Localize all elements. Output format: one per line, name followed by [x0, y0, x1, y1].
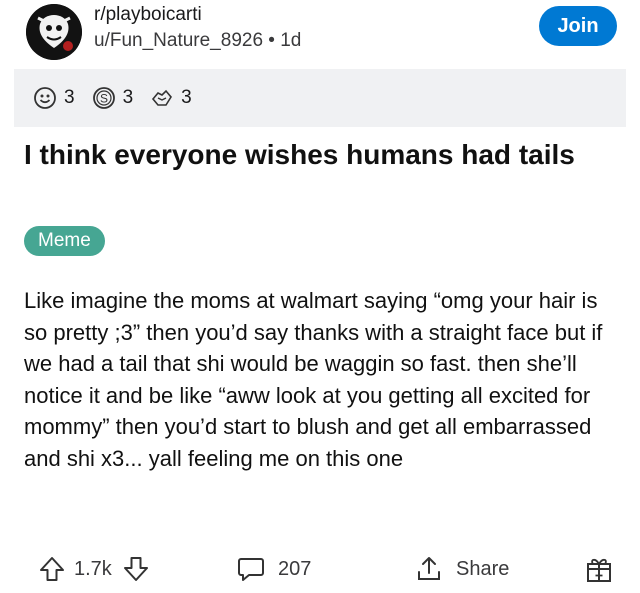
post-body: Like imagine the moms at walmart saying … — [24, 288, 603, 471]
post-header: r/playboicarti u/Fun_Nature_8926 • 1d Jo… — [0, 0, 640, 68]
post-flair[interactable]: Meme — [24, 226, 105, 256]
action-bar: 1.7k 207 Share — [0, 545, 640, 593]
award-gift-button[interactable] — [584, 545, 614, 593]
share-button[interactable]: Share — [414, 545, 509, 593]
award-count: 3 — [181, 87, 192, 108]
share-label: Share — [456, 557, 510, 580]
award-helpful[interactable]: 3 — [149, 85, 192, 111]
subreddit-name[interactable]: r/playboicarti — [94, 4, 202, 26]
awards-bar[interactable]: 3 S 3 3 — [14, 69, 626, 127]
award-silver[interactable]: S 3 — [91, 85, 134, 111]
avatar-image-icon — [26, 4, 82, 60]
downvote-arrow-icon[interactable] — [122, 555, 150, 583]
award-count: 3 — [122, 87, 134, 108]
join-button[interactable]: Join — [539, 6, 617, 46]
author-info[interactable]: u/Fun_Nature_8926 • 1d — [94, 30, 301, 52]
gift-box-icon — [587, 558, 611, 582]
post-title[interactable]: I think everyone wishes humans had tails — [24, 137, 614, 172]
award-count: 3 — [64, 87, 75, 108]
svg-text:S: S — [100, 92, 108, 106]
comments-button[interactable]: 207 — [236, 545, 311, 593]
award-smiley[interactable]: 3 — [32, 85, 75, 111]
helpful-award-icon — [152, 89, 173, 106]
vote-group: 1.7k — [38, 545, 150, 593]
smiley-award-icon — [34, 87, 56, 109]
comment-count: 207 — [278, 557, 312, 580]
comment-bubble-icon — [238, 558, 264, 581]
upvote-arrow-icon[interactable] — [38, 555, 66, 583]
share-upload-icon — [418, 557, 440, 580]
subreddit-avatar[interactable] — [26, 4, 82, 60]
vote-count: 1.7k — [74, 557, 112, 580]
silver-coin-award-icon: S — [92, 87, 115, 109]
